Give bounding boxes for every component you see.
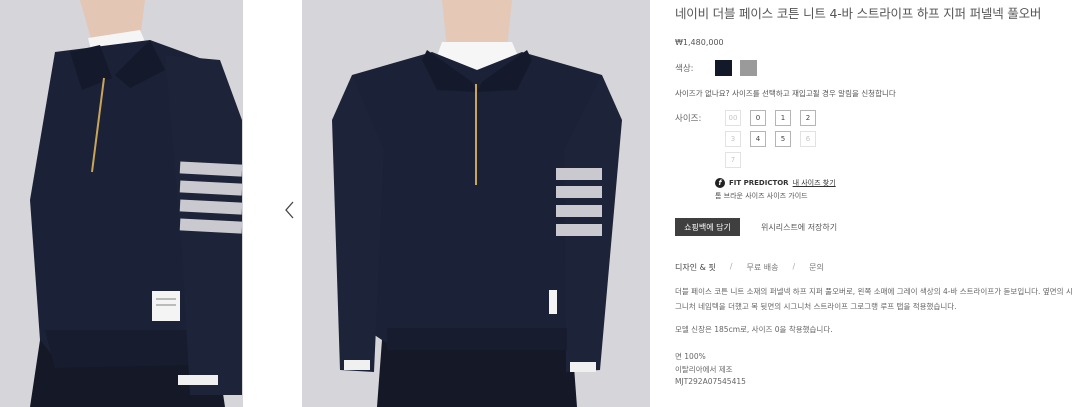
- color-label: 색상:: [675, 64, 694, 74]
- size-restock-notice[interactable]: 사이즈가 없나요? 사이즈를 선택하고 재입고될 경우 알림을 신청합니다: [675, 88, 896, 99]
- sweater-front-illustration: [302, 0, 650, 407]
- size-option-7[interactable]: 7: [725, 152, 741, 168]
- product-image-front[interactable]: [302, 0, 650, 407]
- size-option-6[interactable]: 6: [800, 131, 816, 147]
- tab-separator: /: [729, 262, 733, 271]
- size-guide-link[interactable]: 톰 브라운 사이즈 사이즈 가이드: [715, 191, 808, 201]
- color-swatch-grey[interactable]: [740, 60, 757, 76]
- add-to-bag-button[interactable]: 쇼핑백에 담기: [675, 218, 740, 236]
- size-option-5[interactable]: 5: [775, 131, 791, 147]
- size-option-1[interactable]: 1: [775, 110, 791, 126]
- product-gallery: [0, 0, 650, 407]
- size-option-0[interactable]: 0: [750, 110, 766, 126]
- composition: 면 100%: [675, 352, 706, 361]
- fit-predictor: f FIT PREDICTOR 내 사이즈 찾기: [715, 178, 836, 188]
- fit-predictor-brand: FIT PREDICTOR: [729, 179, 789, 187]
- size-label: 사이즈:: [675, 114, 702, 124]
- find-my-size-link[interactable]: 내 사이즈 찾기: [793, 178, 836, 188]
- size-option-00[interactable]: 00: [725, 110, 741, 126]
- tab-free-shipping[interactable]: 무료 배송: [746, 262, 778, 273]
- save-to-wishlist-button[interactable]: 위시리스트에 저장하기: [761, 222, 837, 233]
- tab-separator: /: [792, 262, 796, 271]
- fit-predictor-icon: f: [715, 178, 725, 188]
- product-detail-tabs: 디자인 & 핏 / 무료 배송 / 문의: [675, 262, 824, 273]
- gallery-prev-button[interactable]: [283, 198, 297, 222]
- size-option-2[interactable]: 2: [800, 110, 816, 126]
- color-swatch-navy[interactable]: [715, 60, 732, 76]
- product-price: ₩1,480,000: [675, 38, 724, 47]
- country-of-origin: 이탈리아에서 제조: [675, 365, 733, 374]
- tab-inquiry[interactable]: 문의: [809, 262, 824, 273]
- size-option-3[interactable]: 3: [725, 131, 741, 147]
- product-image-side[interactable]: [0, 0, 243, 407]
- product-description: 더블 페이스 코튼 니트 소재의 퍼넬넥 하프 지퍼 풀오버로, 왼쪽 소매에 …: [675, 287, 1073, 311]
- sweater-side-illustration: [0, 0, 243, 407]
- tab-design-fit[interactable]: 디자인 & 핏: [675, 262, 716, 273]
- product-title: 네이비 더블 페이스 코튼 니트 4-바 스트라이프 하프 지퍼 퍼넬넥 풀오버: [675, 6, 1042, 21]
- size-option-4[interactable]: 4: [750, 131, 766, 147]
- chevron-left-icon: [285, 201, 294, 219]
- product-sku: MJT292A07545415: [675, 377, 746, 386]
- model-info: 모델 신장은 185cm로, 사이즈 0을 착용했습니다.: [675, 325, 833, 334]
